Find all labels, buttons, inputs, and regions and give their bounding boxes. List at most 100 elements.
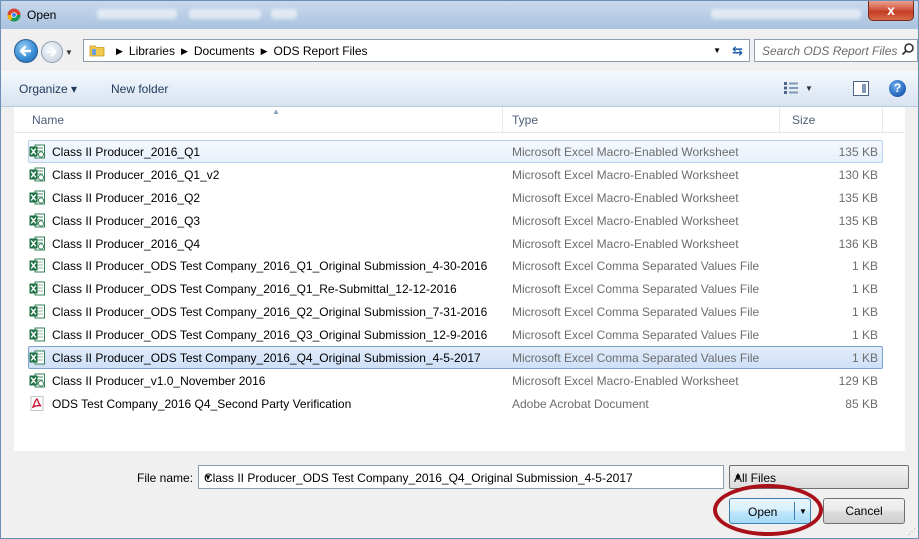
breadcrumb-ods-report-files[interactable]: ODS Report Files <box>274 44 368 58</box>
cancel-button[interactable]: Cancel <box>823 498 905 524</box>
file-row[interactable]: Class II Producer_v1.0_November 2016 Micr… <box>28 369 883 392</box>
search-box[interactable]: Search ODS Report Files <box>754 39 918 62</box>
file-type-cell: Microsoft Excel Macro-Enabled Worksheet <box>512 213 739 228</box>
file-row[interactable]: Class II Producer_ODS Test Company_2016_… <box>28 254 883 277</box>
file-row[interactable]: Class II Producer_ODS Test Company_2016_… <box>28 346 883 369</box>
open-options-chevron-icon[interactable]: ▼ <box>799 507 807 516</box>
file-row[interactable]: Class II Producer_ODS Test Company_2016_… <box>28 323 883 346</box>
file-name-cell: Class II Producer_ODS Test Company_2016_… <box>52 282 457 297</box>
file-size-cell: 1 KB <box>851 305 878 320</box>
view-options-chevron-icon[interactable]: ▼ <box>805 84 813 93</box>
preview-pane-icon[interactable] <box>853 81 869 96</box>
file-row[interactable]: Class II Producer_ODS Test Company_2016_… <box>28 277 883 300</box>
file-name-cell: Class II Producer_2016_Q3 <box>52 213 201 228</box>
column-divider[interactable] <box>502 107 503 133</box>
file-name-input[interactable]: Class II Producer_ODS Test Company_2016_… <box>198 465 724 489</box>
search-input[interactable]: Search ODS Report Files <box>762 44 897 58</box>
resize-grip-icon[interactable]: ⋰ <box>908 527 916 536</box>
forward-arrow-icon <box>47 47 57 57</box>
chrome-app-icon <box>7 8 21 22</box>
breadcrumb: ▶ Libraries ▶ Documents ▶ ODS Report Fil… <box>110 44 368 58</box>
file-row[interactable]: Class II Producer_2016_Q3 Microsoft Excel… <box>28 209 883 232</box>
file-name-cell: Class II Producer_ODS Test Company_2016_… <box>52 351 481 366</box>
file-type-cell: Microsoft Excel Comma Separated Values F… <box>512 282 760 297</box>
forward-button[interactable] <box>41 41 63 63</box>
column-header-type[interactable]: Type <box>512 113 538 127</box>
close-button[interactable]: x <box>868 1 914 21</box>
excel-macro-icon <box>29 236 45 251</box>
excel-macro-icon <box>29 213 45 228</box>
open-button-label: Open <box>748 505 778 519</box>
file-type-chevron-icon[interactable]: ▼ <box>734 473 902 482</box>
file-name-cell: Class II Producer_2016_Q1_v2 <box>52 167 220 182</box>
window-title: Open <box>27 8 57 22</box>
search-icon[interactable] <box>901 42 915 56</box>
file-name-cell: Class II Producer_ODS Test Company_2016_… <box>52 259 488 274</box>
breadcrumb-separator-icon[interactable]: ▶ <box>116 44 123 58</box>
column-divider[interactable] <box>882 107 883 133</box>
change-view-icon[interactable] <box>783 81 799 95</box>
breadcrumb-separator-icon[interactable]: ▶ <box>181 44 188 58</box>
open-split-divider <box>794 502 795 520</box>
blurred-title-area <box>711 9 861 19</box>
file-name-cell: Class II Producer_2016_Q2 <box>52 190 201 205</box>
file-row[interactable]: ODS Test Company_2016 Q4_Second Party Ve… <box>28 392 883 415</box>
file-size-cell: 135 KB <box>838 190 878 205</box>
file-size-cell: 1 KB <box>851 282 878 297</box>
column-divider[interactable] <box>779 107 780 133</box>
navigation-bar: ▼ ▶ Libraries ▶ Documents ▶ ODS Report F… <box>1 31 918 69</box>
file-name-history-chevron-icon[interactable]: ▼ <box>204 473 716 482</box>
excel-macro-icon <box>29 144 45 159</box>
breadcrumb-documents[interactable]: Documents <box>194 44 255 58</box>
excel-csv-icon <box>29 258 45 273</box>
open-button[interactable]: Open ▼ <box>729 498 811 524</box>
blurred-title-area <box>189 9 261 19</box>
file-name-cell: Class II Producer_2016_Q1 <box>52 145 201 159</box>
file-row[interactable]: Class II Producer_2016_Q2 Microsoft Excel… <box>28 186 883 209</box>
help-icon[interactable]: ? <box>889 80 906 97</box>
address-bar[interactable]: ▶ Libraries ▶ Documents ▶ ODS Report Fil… <box>83 39 750 62</box>
file-type-cell: Adobe Acrobat Document <box>512 396 649 411</box>
file-type-cell: Microsoft Excel Comma Separated Values F… <box>512 328 760 343</box>
organize-button[interactable]: Organize ▾ <box>19 82 77 96</box>
new-folder-button[interactable]: New folder <box>111 82 168 96</box>
file-name-cell: Class II Producer_ODS Test Company_2016_… <box>52 328 488 343</box>
refresh-icon[interactable]: ⇆ <box>732 43 743 59</box>
file-size-cell: 1 KB <box>851 328 878 343</box>
file-size-cell: 135 KB <box>838 145 878 159</box>
excel-csv-icon <box>29 281 45 296</box>
file-rows: Class II Producer_2016_Q1 Microsoft Excel… <box>14 140 905 415</box>
breadcrumb-separator-icon[interactable]: ▶ <box>261 44 268 58</box>
command-bar: Organize ▾ New folder ▼ ? <box>1 71 918 107</box>
excel-macro-icon <box>29 190 45 205</box>
file-name-cell: ODS Test Company_2016 Q4_Second Party Ve… <box>52 396 352 411</box>
file-row[interactable]: Class II Producer_2016_Q1 Microsoft Excel… <box>28 140 883 163</box>
column-header-name[interactable]: Name <box>32 113 64 127</box>
column-header-row: ▲ Name Type Size <box>14 107 905 133</box>
file-type-cell: Microsoft Excel Comma Separated Values F… <box>512 259 760 274</box>
sort-ascending-icon: ▲ <box>272 107 280 116</box>
file-size-cell: 1 KB <box>851 351 878 366</box>
file-type-cell: Microsoft Excel Macro-Enabled Worksheet <box>512 236 739 251</box>
file-name-label: File name: <box>137 471 194 485</box>
file-type-select[interactable]: All Files ▼ <box>729 465 909 489</box>
blurred-title-area <box>97 9 177 19</box>
file-row[interactable]: Class II Producer_ODS Test Company_2016_… <box>28 300 883 323</box>
column-header-size[interactable]: Size <box>792 113 815 127</box>
libraries-folder-icon <box>89 45 105 57</box>
file-size-cell: 1 KB <box>851 259 878 274</box>
file-type-cell: Microsoft Excel Macro-Enabled Worksheet <box>512 145 739 159</box>
recent-pages-chevron-icon[interactable]: ▼ <box>65 48 73 57</box>
file-row[interactable]: Class II Producer_2016_Q4 Microsoft Excel… <box>28 232 883 255</box>
file-row[interactable]: Class II Producer_2016_Q1_v2 Microsoft Ex… <box>28 163 883 186</box>
excel-macro-icon <box>29 373 45 388</box>
back-button[interactable] <box>14 39 38 63</box>
file-name-cell: Class II Producer_2016_Q4 <box>52 236 201 251</box>
file-type-cell: Microsoft Excel Macro-Enabled Worksheet <box>512 190 739 205</box>
breadcrumb-libraries[interactable]: Libraries <box>129 44 175 58</box>
pdf-icon <box>29 395 45 411</box>
address-history-chevron-icon[interactable]: ▼ <box>713 46 721 55</box>
file-list[interactable]: ▲ Name Type Size Class II Producer_2016_… <box>14 107 905 451</box>
title-bar[interactable]: Open x <box>1 1 918 29</box>
file-size-cell: 129 KB <box>838 373 878 388</box>
